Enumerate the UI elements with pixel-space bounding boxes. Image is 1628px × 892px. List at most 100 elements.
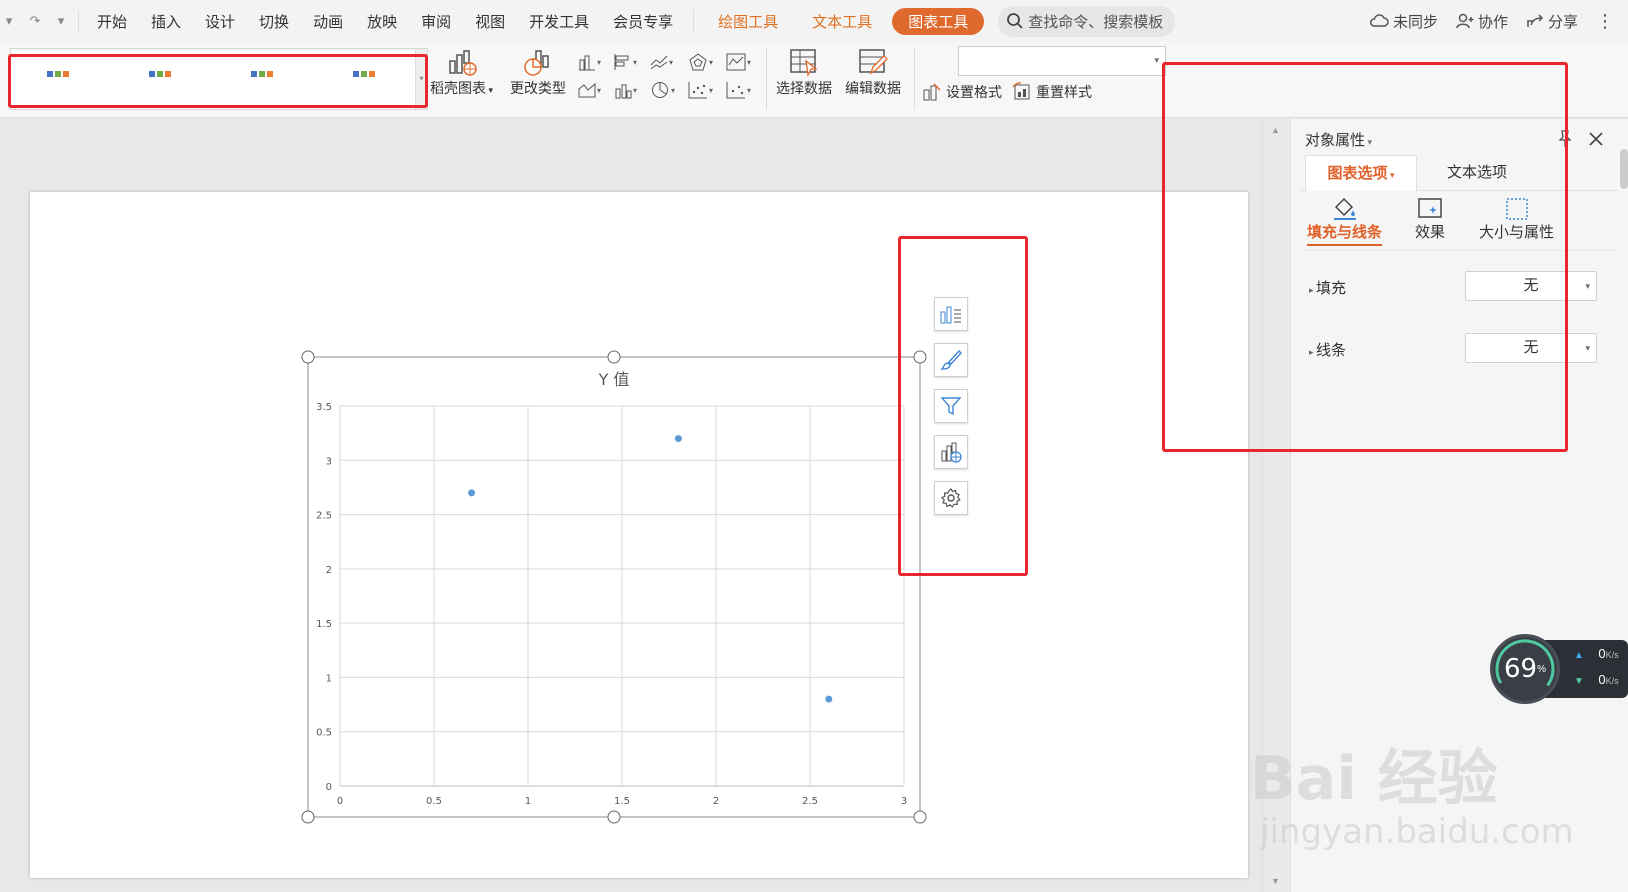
chevron-down-icon: ▾ [1154,55,1159,65]
data-point [825,695,833,703]
edit-data-button[interactable]: 编辑数据 [845,46,901,98]
slide-canvas: Y 值 0 0.5 1 1.5 2 2.5 3 0 0.5 1 1.5 2 2.5 3 3.5 [0,119,1262,892]
menu-divider [78,10,79,32]
subtab-size-props[interactable]: 大小与属性 [1479,197,1554,242]
share-button[interactable]: 分享 [1526,11,1578,32]
ribbon-divider [914,48,915,110]
resize-handle[interactable] [913,810,927,824]
download-speed: ▼ 0K/s [1574,672,1619,687]
change-type-button[interactable]: 更改类型 [510,46,566,98]
line-chart-icon[interactable]: ▾ [650,50,678,74]
edit-data-icon [856,46,890,78]
search-box[interactable]: 查找命令、搜索模板 [998,5,1176,37]
sync-button[interactable]: 未同步 [1369,11,1438,32]
chart-elements-button[interactable] [934,297,968,331]
stock-chart-icon[interactable]: ▾ [726,50,754,74]
fill-select[interactable]: 无 ▾ [1465,271,1597,301]
paint-bucket-icon [1333,197,1356,220]
ribbon-divider [766,48,767,110]
resize-handle[interactable] [607,810,621,824]
resize-handle[interactable] [301,810,315,824]
chart-side-toolbar [934,297,968,515]
online-chart-button[interactable] [934,435,968,469]
tab-member[interactable]: 会员专享 [613,11,673,32]
chart-style-3[interactable] [251,71,273,77]
x-tick-label: 0.5 [426,796,442,807]
tab-design[interactable]: 设计 [205,11,235,32]
tab-text-options[interactable]: 文本选项 [1447,155,1507,191]
chart-element-select[interactable]: ▾ [958,46,1166,76]
x-tick-label: 0 [337,796,343,807]
y-tick-label: 2.5 [316,511,332,522]
baidu-watermark: Bai 经验 [1250,744,1498,814]
effects-icon [1418,198,1442,218]
pin-icon[interactable] [1555,129,1575,149]
tab-text-tools[interactable]: 文本工具 [812,11,872,32]
pane-title[interactable]: 对象属性 ▾ [1305,129,1372,150]
chart-settings-button[interactable] [934,481,968,515]
resize-handle[interactable] [301,350,315,364]
tab-developer[interactable]: 开发工具 [529,11,589,32]
tab-insert[interactable]: 插入 [151,11,181,32]
tab-slideshow[interactable]: 放映 [367,11,397,32]
pane-scrollbar[interactable] [1620,149,1628,189]
y-tick-label: 3 [326,456,332,467]
baidu-watermark-url: jingyan.baidu.com [1260,812,1574,852]
y-tick-label: 1 [326,673,332,684]
subtab-fill-line[interactable]: 填充与线条 [1307,197,1383,246]
radar-chart-icon[interactable]: ▾ [688,50,716,74]
tab-start[interactable]: 开始 [97,11,127,32]
gallery-scroll[interactable]: ▾ [415,49,427,109]
scatter-chart-icon[interactable]: ▾ [688,78,716,102]
line-label[interactable]: ▸ 线条 [1309,339,1346,360]
quick-access-more-icon[interactable]: ▾ [52,13,70,29]
tab-transitions[interactable]: 切换 [259,11,289,32]
set-format-label: 设置格式 [946,84,1002,100]
bubble-chart-icon[interactable]: ▾ [726,78,754,102]
change-type-label: 更改类型 [510,80,566,96]
chart-style-gallery[interactable]: ▾ [10,48,428,110]
subtab-effects[interactable]: 效果 [1415,197,1445,242]
scroll-up-icon[interactable]: ▲ [1271,125,1280,135]
gear-icon [941,488,961,508]
tab-drawing-tools[interactable]: 绘图工具 [718,11,778,32]
tab-chart-tools[interactable]: 图表工具 [892,7,985,35]
search-icon [1007,13,1023,29]
chart-elements-icon [940,306,961,324]
change-type-icon [521,46,555,78]
network-speed-widget[interactable]: 69% ▲ 0K/s ▼ 0K/s [1490,634,1628,704]
chart-filter-button[interactable] [934,389,968,423]
close-icon[interactable] [1587,130,1605,148]
resize-handle[interactable] [607,350,621,364]
select-data-button[interactable]: 选择数据 [776,46,832,98]
shell-chart-button[interactable]: 稻壳图表 ▾ [430,46,493,98]
collab-button[interactable]: 协作 [1456,11,1508,32]
size-icon [1505,198,1528,220]
scatter-chart[interactable]: Y 值 0 0.5 1 1.5 2 2.5 3 0 0.5 1 1.5 2 2.5 3 3.5 [30,192,1248,878]
line-select[interactable]: 无 ▾ [1465,333,1597,363]
area-chart-icon[interactable]: ▾ [578,78,606,102]
tab-chart-options[interactable]: 图表选项 ▾ [1305,155,1417,191]
chevron-down-icon: ▾ [1585,343,1590,353]
chart-style-button[interactable] [934,343,968,377]
reset-style-button[interactable]: 重置样式 [1012,82,1092,102]
bar-chart-icon[interactable]: ▾ [614,50,642,74]
column-chart-icon[interactable]: ▾ [578,50,606,74]
chart-style-1[interactable] [47,71,69,77]
y-tick-label: 0 [326,782,332,793]
scroll-down-icon[interactable]: ▼ [1271,876,1280,886]
pie-chart-icon[interactable]: ▾ [650,78,678,102]
chart-style-2[interactable] [149,71,171,77]
slide[interactable]: Y 值 0 0.5 1 1.5 2 2.5 3 0 0.5 1 1.5 2 2.5 3 3.5 [30,192,1248,878]
redo-icon[interactable]: ↷ [26,13,44,29]
undo-dropdown-icon[interactable]: ▾ [0,13,18,29]
tab-review[interactable]: 审阅 [421,11,451,32]
more-menu-icon[interactable]: ⋮ [1596,11,1614,32]
resize-handle[interactable] [913,350,927,364]
tab-animation[interactable]: 动画 [313,11,343,32]
tab-view[interactable]: 视图 [475,11,505,32]
set-format-button[interactable]: 设置格式 [922,82,1002,102]
fill-label[interactable]: ▸ 填充 [1309,277,1346,298]
chart-style-4[interactable] [353,71,375,77]
combo-chart-icon[interactable]: ▾ [614,78,642,102]
